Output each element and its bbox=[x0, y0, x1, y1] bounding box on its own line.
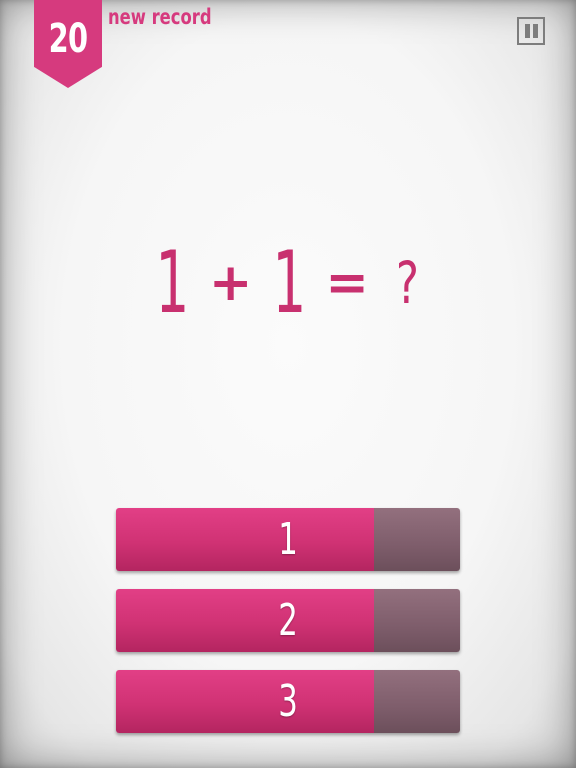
answer-label: 3 bbox=[278, 676, 298, 727]
operand-b: 1 bbox=[271, 233, 306, 333]
answer-list: 1 2 3 bbox=[116, 508, 460, 751]
pause-button[interactable] bbox=[517, 17, 545, 45]
pause-icon bbox=[525, 24, 530, 38]
equals-sign: = bbox=[325, 253, 369, 313]
answer-label: 1 bbox=[278, 514, 298, 565]
new-record-label: new record bbox=[108, 5, 212, 29]
equation: 1 + 1 = ? bbox=[0, 238, 576, 328]
score-value: 20 bbox=[48, 16, 88, 62]
answer-label: 2 bbox=[278, 595, 298, 646]
answer-button-2[interactable]: 2 bbox=[116, 589, 460, 652]
operator-plus: + bbox=[208, 253, 253, 313]
answer-button-3[interactable]: 3 bbox=[116, 670, 460, 733]
operand-a: 1 bbox=[155, 233, 190, 333]
answer-button-1[interactable]: 1 bbox=[116, 508, 460, 571]
unknown-mark: ? bbox=[395, 249, 420, 317]
pause-icon-bar bbox=[533, 24, 538, 38]
